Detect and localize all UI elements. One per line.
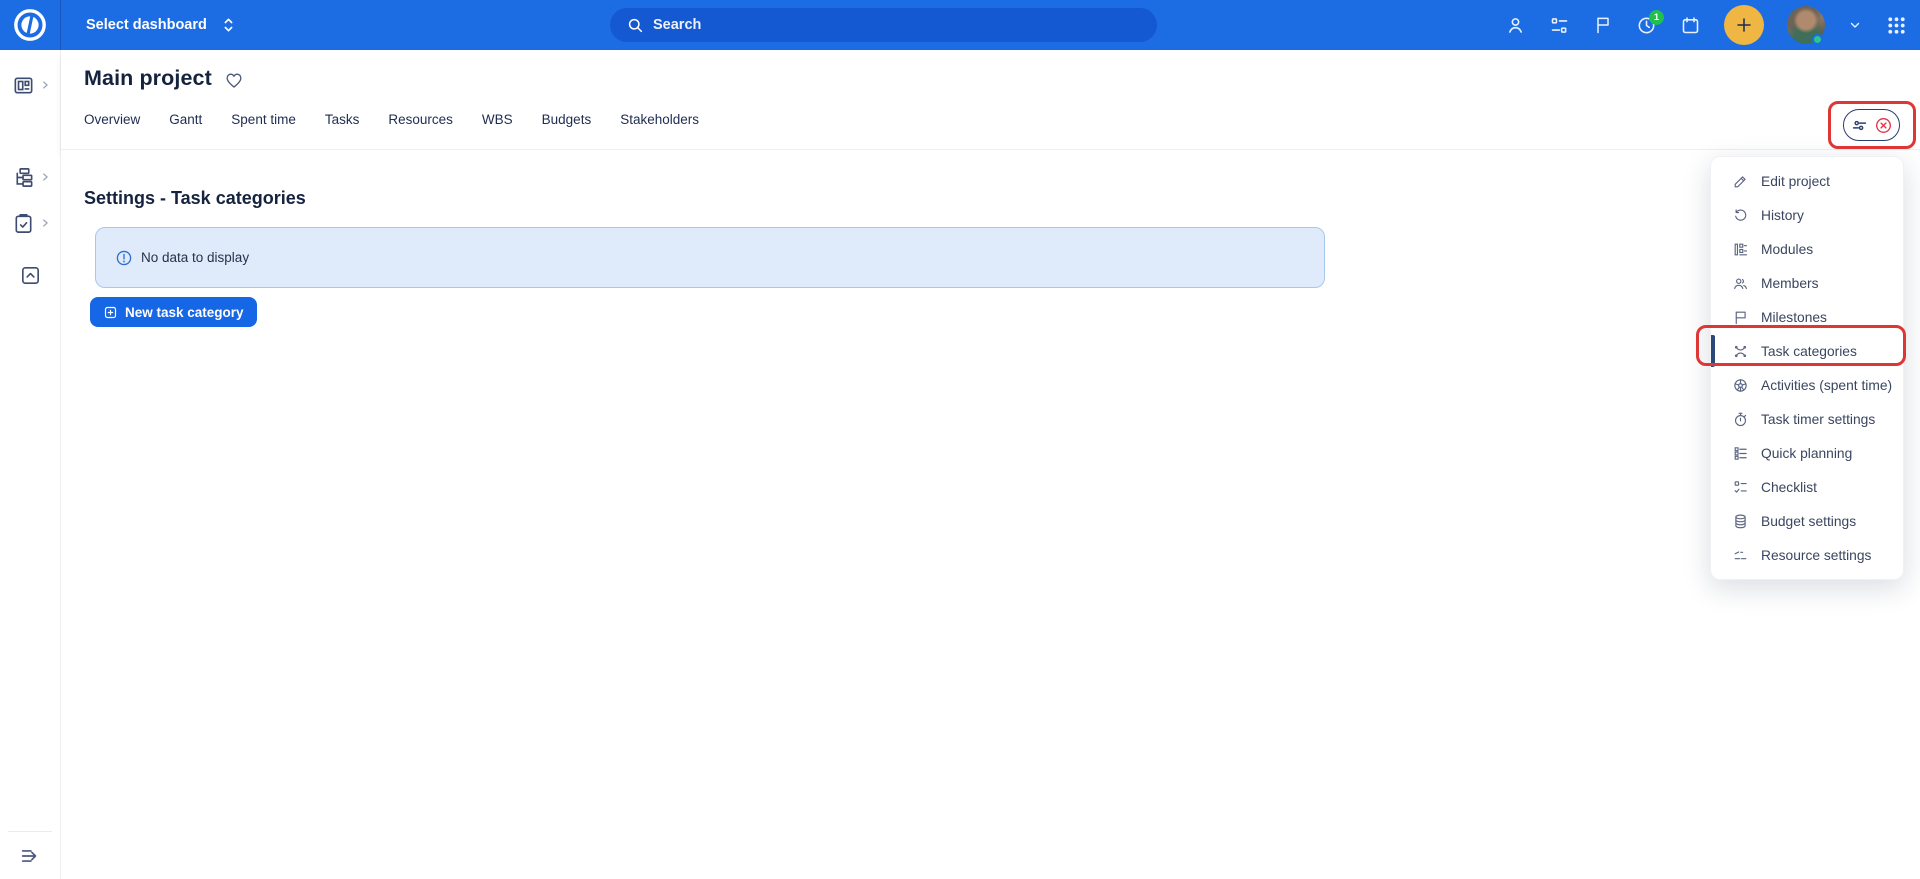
menu-item-label: Modules: [1761, 242, 1813, 257]
updown-chevrons-icon: [221, 16, 236, 34]
pencil-icon: [1732, 173, 1749, 190]
sidebar-item-projects[interactable]: [0, 157, 61, 197]
budget-database-icon: [1732, 513, 1749, 530]
history-icon: [1732, 207, 1749, 224]
search-bar[interactable]: [610, 8, 1157, 42]
create-new-button[interactable]: [1724, 5, 1764, 45]
menu-item-label: Members: [1761, 276, 1819, 291]
dashboard-selector[interactable]: Select dashboard: [86, 16, 236, 34]
new-task-category-button[interactable]: New task category: [90, 297, 257, 327]
page-header: Main project Overview Gantt Spent time T…: [61, 50, 1920, 150]
projects-tree-icon: [12, 166, 35, 189]
main-content: Settings - Task categories No data to di…: [61, 150, 1920, 879]
sidebar-item-collapse[interactable]: [0, 255, 61, 295]
menu-item-activities-spent-time[interactable]: Activities (spent time): [1711, 368, 1903, 402]
tab-tasks[interactable]: Tasks: [325, 112, 360, 133]
tab-spent-time[interactable]: Spent time: [231, 112, 296, 133]
notification-badge: 1: [1649, 10, 1664, 25]
menu-item-edit-project[interactable]: Edit project: [1711, 164, 1903, 198]
dashboard-selector-label: Select dashboard: [86, 17, 207, 33]
menu-item-history[interactable]: History: [1711, 198, 1903, 232]
menu-item-budget-settings[interactable]: Budget settings: [1711, 504, 1903, 538]
flag-icon[interactable]: [1593, 15, 1613, 35]
chevron-right-icon: [40, 172, 50, 182]
resource-lines-icon: [1732, 547, 1749, 564]
topbar: Select dashboard: [0, 0, 1920, 50]
dashboard-icon: [12, 74, 35, 97]
tasks-clipboard-icon: [12, 212, 35, 235]
info-icon: [115, 249, 133, 267]
plus-icon: [1733, 14, 1755, 36]
sidebar: [0, 50, 61, 879]
chevron-down-icon[interactable]: [1848, 18, 1862, 32]
stopwatch-icon: [1732, 411, 1749, 428]
menu-item-label: History: [1761, 208, 1804, 223]
chevron-right-icon: [40, 218, 50, 228]
avatar[interactable]: [1787, 6, 1825, 44]
search-input[interactable]: [653, 17, 1073, 33]
menu-item-label: Checklist: [1761, 480, 1817, 495]
project-tabs: Overview Gantt Spent time Tasks Resource…: [84, 112, 699, 133]
menu-item-quick-planning[interactable]: Quick planning: [1711, 436, 1903, 470]
menu-item-label: Budget settings: [1761, 514, 1856, 529]
plus-square-icon: [103, 305, 118, 320]
time-tracking-icon[interactable]: 1: [1636, 15, 1657, 36]
quick-planning-icon: [1732, 445, 1749, 462]
tab-resources[interactable]: Resources: [388, 112, 453, 133]
expand-sidebar-icon: [19, 845, 41, 867]
project-settings-menu: Edit project History Modules: [1710, 156, 1904, 580]
menu-item-label: Task categories: [1761, 344, 1857, 359]
menu-item-label: Quick planning: [1761, 446, 1852, 461]
logo-icon: [13, 8, 47, 42]
menu-item-label: Milestones: [1761, 310, 1827, 325]
alert-text: No data to display: [141, 250, 249, 265]
menu-item-task-categories[interactable]: Task categories: [1711, 334, 1903, 368]
task-categories-icon: [1732, 343, 1749, 360]
tab-wbs[interactable]: WBS: [482, 112, 513, 133]
settings-sliders-icon[interactable]: [1850, 116, 1869, 135]
tab-gantt[interactable]: Gantt: [169, 112, 202, 133]
menu-item-label: Edit project: [1761, 174, 1830, 189]
favorite-heart-icon[interactable]: [224, 70, 244, 90]
active-item-indicator: [1711, 335, 1715, 367]
search-icon: [626, 16, 644, 34]
new-task-category-label: New task category: [125, 305, 244, 320]
milestone-flag-icon: [1732, 309, 1749, 326]
menu-item-label: Resource settings: [1761, 548, 1871, 563]
sidebar-item-dashboards[interactable]: [0, 65, 61, 105]
modules-icon: [1732, 241, 1749, 258]
activities-wheel-icon: [1732, 377, 1749, 394]
sidebar-item-tasks[interactable]: [0, 203, 61, 243]
menu-item-label: Task timer settings: [1761, 412, 1875, 427]
quick-tasks-icon[interactable]: [1549, 15, 1570, 36]
menu-item-task-timer-settings[interactable]: Task timer settings: [1711, 402, 1903, 436]
sidebar-expand-button[interactable]: [8, 831, 52, 879]
online-status-dot: [1812, 34, 1823, 45]
user-profile-icon[interactable]: [1505, 15, 1526, 36]
tab-budgets[interactable]: Budgets: [542, 112, 592, 133]
calendar-icon[interactable]: [1680, 15, 1701, 36]
collapse-box-icon: [19, 264, 42, 287]
project-settings-button-group[interactable]: [1843, 109, 1900, 141]
chevron-right-icon: [40, 80, 50, 90]
menu-item-label: Activities (spent time): [1761, 378, 1892, 393]
checklist-icon: [1732, 479, 1749, 496]
topbar-actions: 1: [1505, 0, 1908, 50]
menu-item-members[interactable]: Members: [1711, 266, 1903, 300]
page-title: Main project: [84, 66, 212, 91]
no-data-alert: No data to display: [95, 227, 1325, 288]
members-icon: [1732, 275, 1749, 292]
menu-item-resource-settings[interactable]: Resource settings: [1711, 538, 1903, 572]
menu-item-checklist[interactable]: Checklist: [1711, 470, 1903, 504]
menu-item-modules[interactable]: Modules: [1711, 232, 1903, 266]
close-circle-icon[interactable]: [1874, 116, 1893, 135]
menu-item-milestones[interactable]: Milestones: [1711, 300, 1903, 334]
apps-grid-icon[interactable]: [1885, 14, 1908, 37]
settings-heading: Settings - Task categories: [84, 188, 306, 209]
tab-stakeholders[interactable]: Stakeholders: [620, 112, 699, 133]
app-logo[interactable]: [0, 0, 61, 50]
tab-overview[interactable]: Overview: [84, 112, 140, 133]
